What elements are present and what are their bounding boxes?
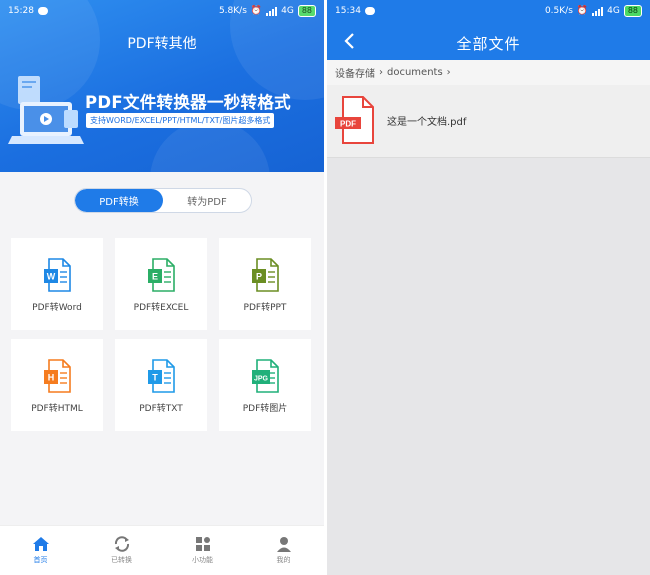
conversion-tile-label: PDF转Word [32,303,82,313]
breadcrumb-device-storage[interactable]: 设备存储 [335,65,375,80]
person-icon [276,537,291,552]
all-files-screen: 15:34 0.5K/s ⏰ 4G 88 全部文件 设备存储 › documen… [327,0,650,575]
conversion-tile-label: PDF转PPT [243,303,287,313]
nav-converted-label: 已转换 [111,556,132,564]
status-bar: 15:34 0.5K/s ⏰ 4G 88 [327,0,650,22]
home-icon [32,537,49,551]
nav-tools[interactable]: 小功能 [162,526,243,575]
refresh-icon [114,536,129,552]
breadcrumb-documents[interactable]: documents [387,67,443,78]
tile-badge: E [152,272,158,282]
conversion-tile[interactable]: P PDF转PPT [219,238,311,330]
tile-badge: JPG [254,376,269,383]
html-doc-icon: H [44,359,71,393]
breadcrumb: 设备存储 › documents › [327,60,650,85]
chat-notification-icon [364,7,375,15]
converter-home-screen: 15:28 5.8K/s ⏰ 4G 88 PDF转其他 PDF文件转换器一秒转格 [0,0,324,575]
pdf-badge: PDF [340,120,356,129]
conversion-tile[interactable]: W PDF转Word [11,238,103,330]
conversion-tile-label: PDF转EXCEL [133,303,189,313]
tile-badge: W [47,272,56,282]
network-speed: 0.5K/s [544,6,573,16]
pdf-file-icon: PDF [335,96,374,144]
nav-home-label: 首页 [33,556,48,564]
header-banner: 15:28 5.8K/s ⏰ 4G 88 PDF转其他 PDF文件转换器一秒转格 [0,0,324,172]
image-doc-icon: JPG [252,359,279,393]
battery-icon: 88 [623,5,642,17]
apps-icon [195,537,210,551]
network-type: 4G [607,6,620,16]
laptop-illustration-icon [8,76,84,144]
app-header: 15:34 0.5K/s ⏰ 4G 88 全部文件 [327,0,650,60]
tile-badge: P [256,272,262,282]
tile-badge: T [152,373,158,383]
conversion-tile[interactable]: JPG PDF转图片 [219,339,311,431]
mode-toggle: PDF转换 转为PDF [74,188,252,213]
page-title: 全部文件 [456,35,521,53]
tile-badge: H [48,373,55,383]
txt-doc-icon: T [148,359,175,393]
nav-tools-label: 小功能 [192,556,213,564]
page-title: PDF转其他 [127,36,197,52]
tab-pdf-convert[interactable]: PDF转换 [75,189,163,212]
conversion-tile-label: PDF转图片 [242,404,288,414]
chevron-right-icon: › [446,67,451,78]
nav-home[interactable]: 首页 [0,526,81,575]
nav-converted[interactable]: 已转换 [81,526,162,575]
conversion-tile[interactable]: H PDF转HTML [11,339,103,431]
status-time: 15:34 [335,6,361,16]
banner-subslogan: 支持WORD/EXCEL/PPT/HTML/TXT/图片超多格式 [86,113,275,128]
chevron-right-icon: › [379,67,383,78]
banner-slogan: PDF文件转换器一秒转格式 [85,93,291,112]
conversion-tile[interactable]: T PDF转TXT [115,339,207,431]
conversion-tile-label: PDF转TXT [139,404,183,414]
signal-icon [592,6,604,16]
alarm-icon: ⏰ [576,6,589,16]
file-name: 这是一个文档.pdf [387,117,467,128]
conversion-tile[interactable]: E PDF转EXCEL [115,238,207,330]
file-row[interactable]: PDF 这是一个文档.pdf [327,85,650,158]
conversion-tile-label: PDF转HTML [31,404,83,414]
bottom-navigation: 首页 已转换 小功能 我的 [0,525,324,575]
nav-mine-label: 我的 [276,556,291,564]
nav-mine[interactable]: 我的 [243,526,324,575]
excel-doc-icon: E [148,258,175,292]
word-doc-icon: W [44,258,71,292]
tab-to-pdf[interactable]: 转为PDF [163,189,251,212]
ppt-doc-icon: P [252,258,279,292]
